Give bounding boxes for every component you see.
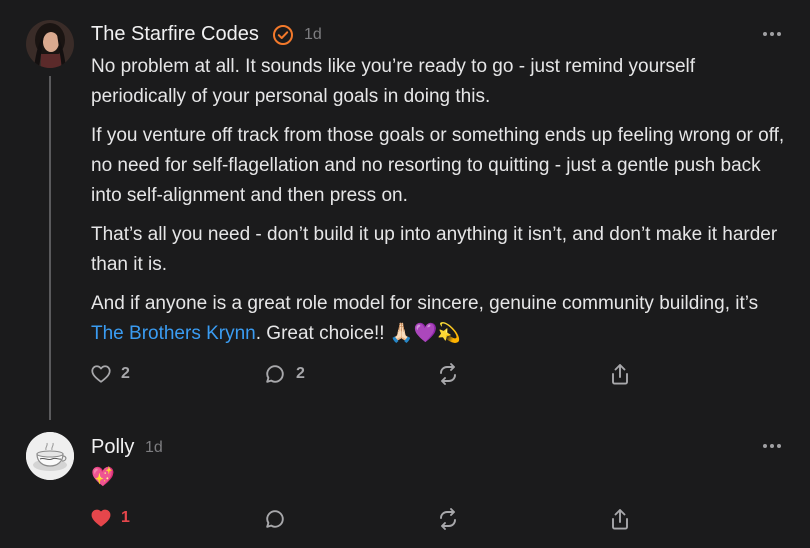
restack-icon	[440, 508, 456, 530]
thread-line	[49, 76, 51, 420]
share-button[interactable]	[609, 506, 631, 532]
comment-body: No problem at all. It sounds like you’re…	[91, 52, 791, 349]
author-name[interactable]: Polly	[91, 436, 134, 459]
comment-body: 💖	[91, 463, 791, 493]
heart-icon	[91, 509, 111, 527]
paragraph-text: . Great choice!!	[255, 323, 390, 344]
reply-count: 2	[296, 365, 305, 382]
restack-icon	[440, 363, 456, 385]
like-button[interactable]: 2	[90, 361, 130, 387]
like-count: 1	[121, 509, 130, 526]
restack-button[interactable]	[436, 506, 460, 532]
mention-link[interactable]: The Brothers Krynn	[91, 323, 256, 344]
speech-bubble-icon	[266, 510, 284, 528]
comment-paragraph: No problem at all. It sounds like you’re…	[91, 56, 696, 107]
avatar-polly[interactable]	[26, 432, 74, 480]
avatar-starfire[interactable]	[26, 20, 74, 68]
reply-button[interactable]	[263, 506, 287, 532]
comment-paragraph: And if anyone is a great role model for …	[91, 289, 791, 349]
heart-icon	[91, 365, 111, 383]
author-name[interactable]: The Starfire Codes	[91, 23, 259, 46]
more-icon[interactable]	[762, 30, 784, 38]
emoji-reaction-text: 💖	[91, 467, 115, 488]
share-icon	[612, 509, 628, 530]
verified-check-icon	[272, 24, 294, 46]
more-icon[interactable]	[762, 442, 784, 450]
share-button[interactable]	[609, 361, 631, 387]
speech-bubble-icon	[266, 365, 284, 383]
comment-age: 1d	[304, 26, 322, 43]
like-button[interactable]: 1	[90, 505, 130, 531]
share-icon	[612, 364, 628, 385]
restack-button[interactable]	[436, 361, 460, 387]
comment-paragraph: If you venture off track from those goal…	[91, 125, 785, 206]
reply-button[interactable]: 2	[263, 361, 305, 387]
emoji-reaction-text: 🙏🏻💜💫	[389, 323, 461, 344]
like-count: 2	[121, 365, 130, 382]
comment-age: 1d	[145, 439, 163, 456]
paragraph-text: And if anyone is a great role model for …	[91, 293, 759, 314]
comment-paragraph: That’s all you need - don’t build it up …	[91, 224, 778, 275]
